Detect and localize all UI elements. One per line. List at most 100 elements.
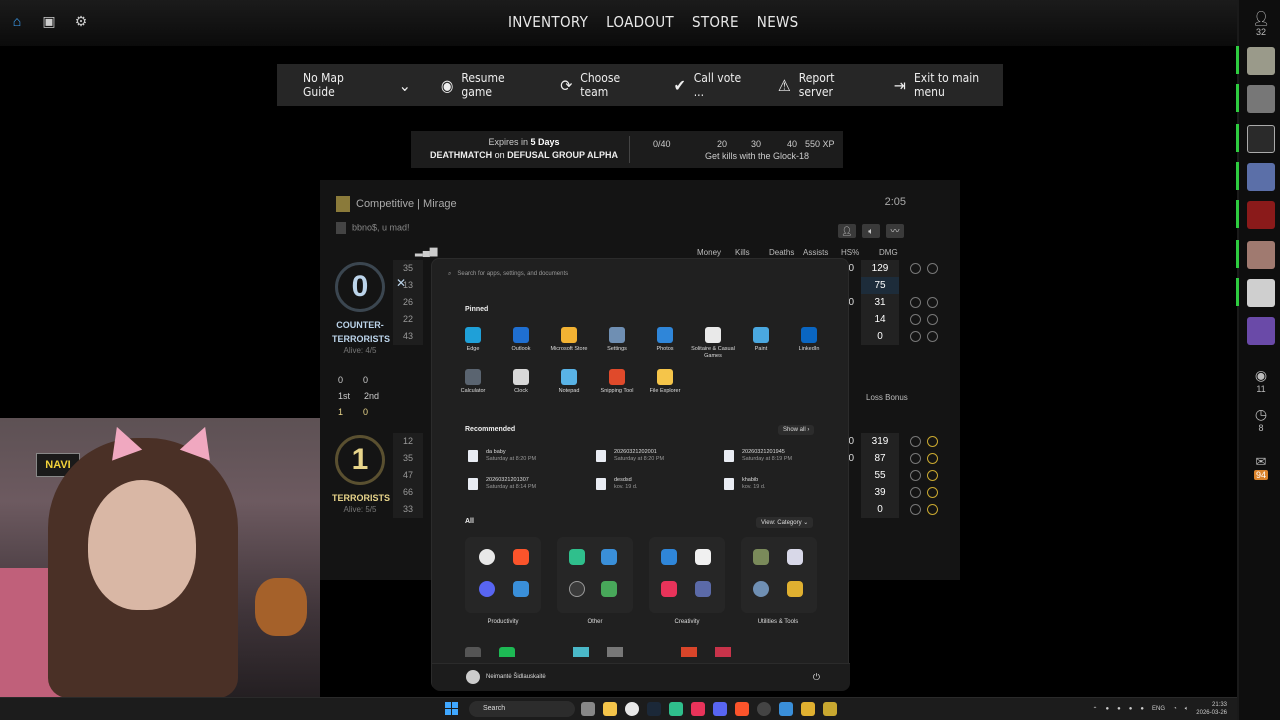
exit-main-menu-button[interactable]: ⇥ Exit to main menu [894, 71, 1003, 99]
app-icon[interactable] [669, 702, 683, 716]
resume-game-button[interactable]: ◉ Resume game [441, 71, 530, 99]
plush-toy [255, 578, 307, 636]
pinned-app[interactable]: Paint [737, 327, 785, 353]
friend-avatar[interactable] [1245, 162, 1277, 192]
map-guide-dropdown[interactable]: No Map Guide ⌄ [303, 71, 411, 99]
recommended-file[interactable]: 20260321201945 Saturday at 8:19 PM [724, 449, 792, 463]
discord-icon[interactable] [713, 702, 727, 716]
category-productivity[interactable] [465, 537, 541, 613]
mute-icon[interactable]: 🔈︎ [862, 224, 880, 238]
nav-store[interactable]: STORE [692, 13, 739, 31]
steam-icon[interactable] [647, 702, 661, 716]
tray-icon[interactable]: ● [1117, 706, 1121, 712]
brave-icon [513, 549, 529, 565]
app-icon [569, 549, 585, 565]
close-icon[interactable]: ✕ [396, 276, 406, 290]
recommended-file[interactable]: 20260321202001 Saturday at 8:20 PM [596, 449, 664, 463]
pinned-app[interactable]: Photos [641, 327, 689, 353]
app-icon[interactable] [779, 702, 793, 716]
pinned-app[interactable]: Solitaire & Casual Games [689, 327, 737, 360]
show-all-button[interactable]: Show all › [778, 425, 815, 435]
pinned-app[interactable]: Clock [497, 369, 545, 395]
broadcast-icon[interactable]: ◉ 11 [1245, 365, 1277, 395]
tiktok-icon[interactable] [691, 702, 705, 716]
pinned-app[interactable]: Outlook [497, 327, 545, 353]
pinned-app[interactable]: Calculator [449, 369, 497, 395]
category-other[interactable] [557, 537, 633, 613]
power-icon[interactable]: ⏻ [813, 672, 820, 683]
pinned-app[interactable]: Microsoft Store [545, 327, 593, 353]
pinned-app[interactable]: Settings [593, 327, 641, 353]
choose-team-button[interactable]: ⟳ Choose team [560, 71, 643, 99]
pinned-app[interactable]: Edge [449, 327, 497, 353]
top-bar: ⌂ ▣ ⚙ INVENTORY LOADOUT STORE NEWS [0, 0, 1240, 46]
friend-avatar[interactable] [1245, 316, 1277, 346]
player-icon[interactable]: 👤︎ [838, 224, 856, 238]
tray-icon[interactable]: ● [1106, 706, 1110, 712]
friend-avatar[interactable] [1245, 124, 1277, 154]
recommended-file[interactable]: khabib kov. 19 d. [724, 477, 765, 491]
app-icon [513, 581, 529, 597]
category-creativity[interactable] [649, 537, 725, 613]
nav-news[interactable]: NEWS [757, 13, 799, 31]
tray-icon[interactable]: ● [1140, 706, 1144, 712]
cat-ears [100, 421, 221, 461]
scoreboard-title: Competitive | Mirage [356, 198, 457, 210]
cs2-icon[interactable] [823, 702, 837, 716]
recommended-file[interactable]: da baby Saturday at 8:20 PM [468, 449, 536, 463]
tv-icon[interactable]: ▣ [40, 12, 58, 30]
start-search-input[interactable]: ⌕ Search for apps, settings, and documen… [448, 267, 834, 281]
home-icon[interactable]: ⌂ [8, 12, 26, 30]
mail-icon[interactable]: ✉ 94 [1245, 452, 1277, 482]
recommended-file[interactable]: desdsd kov. 19 d. [596, 477, 637, 491]
app-icon[interactable] [757, 702, 771, 716]
pinned-app[interactable]: LinkedIn [785, 327, 833, 353]
graph-icon[interactable]: 〰 [886, 224, 904, 238]
language-indicator[interactable]: ENG [1152, 706, 1165, 712]
friend-avatar[interactable] [1245, 240, 1277, 270]
mission-progress: 0/40 [653, 139, 671, 149]
recommended-file[interactable]: 20260321201307 Saturday at 8:14 PM [468, 477, 536, 491]
friend-avatar[interactable] [1245, 84, 1277, 114]
t-rank-icons [910, 433, 946, 518]
task-view-icon[interactable] [581, 702, 595, 716]
friend-avatar[interactable] [1245, 278, 1277, 308]
play-icon: ◉ [440, 75, 454, 95]
view-category-dropdown[interactable]: View: Category ⌄ [756, 517, 814, 528]
history-icon[interactable]: ◷ 8 [1245, 404, 1277, 434]
profile-icon[interactable]: 👤︎ 32 [1245, 8, 1277, 38]
friend-avatar[interactable] [1245, 200, 1277, 230]
nav-loadout[interactable]: LOADOUT [606, 13, 674, 31]
chevron-up-icon[interactable]: ⌃ [1093, 706, 1098, 713]
round-history: 00 1st 2nd 10 [338, 375, 380, 417]
avatar[interactable] [466, 670, 480, 684]
taskbar-search[interactable]: Search [469, 701, 575, 717]
windows-start-icon[interactable] [445, 702, 459, 716]
call-vote-button[interactable]: ✔ Call vote ... [674, 71, 748, 99]
category-utilities[interactable] [741, 537, 817, 613]
tray-icon[interactable]: ● [1129, 706, 1133, 712]
app-icon [753, 549, 769, 565]
pinned-app[interactable]: File Explorer [641, 369, 689, 395]
ct-dmg-list: 00129 075 0031 014 00 [843, 260, 899, 345]
file-explorer-icon[interactable] [603, 702, 617, 716]
clock[interactable]: 21:33 2026-03-26 [1196, 701, 1227, 717]
nav-inventory[interactable]: INVENTORY [508, 13, 588, 31]
brave-icon[interactable] [735, 702, 749, 716]
gear-icon[interactable]: ⚙ [72, 12, 90, 30]
friend-avatar[interactable] [1245, 46, 1277, 76]
taskbar-apps [581, 702, 837, 716]
pinned-app[interactable]: Notepad [545, 369, 593, 395]
volume-icon[interactable]: 🔈︎ [1185, 706, 1189, 713]
exit-icon: ⇥ [893, 75, 906, 95]
wifi-icon[interactable]: ◔ [1173, 706, 1177, 712]
chrome-icon[interactable] [625, 702, 639, 716]
report-server-button[interactable]: ⚠ Report server [778, 71, 864, 99]
ct-rank-icons [910, 260, 946, 345]
app-icon[interactable] [801, 702, 815, 716]
app-icon [787, 581, 803, 597]
pinned-app[interactable]: Snipping Tool [593, 369, 641, 395]
app-icon [465, 327, 481, 343]
webcam-overlay: NAVI [0, 418, 320, 698]
user-row: Neimantė Šidlauskaitė ⏻ [432, 663, 850, 691]
